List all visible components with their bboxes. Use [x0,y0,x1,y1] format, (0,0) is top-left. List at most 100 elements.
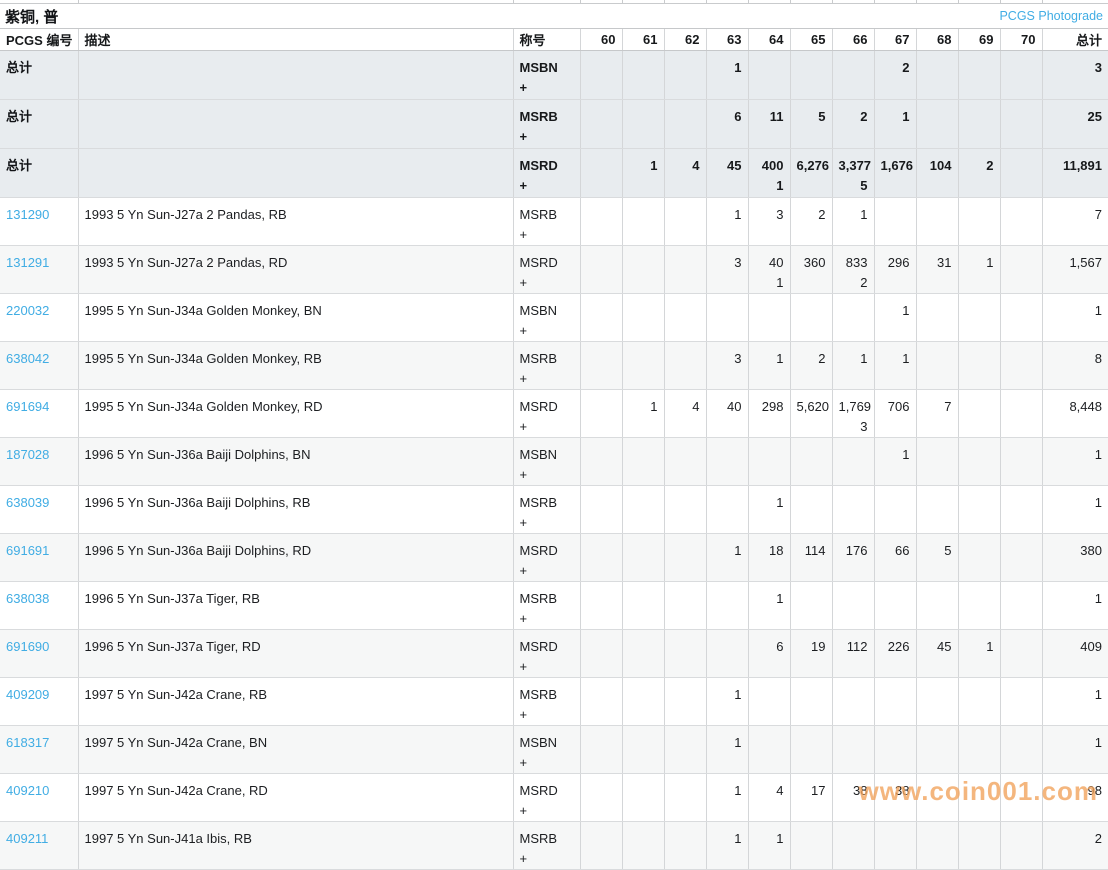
grade-count-cell [706,582,748,630]
pcgs-number-link[interactable]: 638039 [6,495,49,510]
grade-count-cell [748,294,790,342]
total-row: 总计MSRB+61152125 [0,100,1108,149]
grade-count-cell [832,726,874,774]
grade-count-cell: 2 [958,149,1000,198]
description-cell: 1995 5 Yn Sun-J34a Golden Monkey, RB [78,342,513,390]
grade-count-cell: 1 [958,630,1000,678]
pcgs-number-cell: 618317 [0,726,78,774]
grade-count-cell: 6,276 [790,149,832,198]
grade-count-cell [664,294,706,342]
pcgs-number-link[interactable]: 618317 [6,735,49,750]
grade-count-cell: 114 [790,534,832,582]
total-row-label: 总计 [6,60,32,75]
grade-count-cell [664,51,706,100]
grade-count-cell: 1 [832,342,874,390]
grade-count-cell: 360 [790,246,832,294]
grade-count-cell [580,582,622,630]
pcgs-number-link[interactable]: 409211 [6,831,48,846]
pcgs-number-link[interactable]: 691690 [6,639,49,654]
pcgs-number-link[interactable]: 131290 [6,207,49,222]
table-row: 638042 1995 5 Yn Sun-J34a Golden Monkey, … [0,342,1108,390]
grade-count-cell [790,822,832,870]
grade-count-cell: 2 [790,342,832,390]
row-total-cell: 7 [1042,198,1108,246]
description-cell [78,51,513,100]
grade-count-cell [580,149,622,198]
grade-count-cell [958,438,1000,486]
grade-count-cell: 1 [706,534,748,582]
grade-count-cell [580,342,622,390]
grade-count-cell [664,438,706,486]
grade-count-cell [664,486,706,534]
pcgs-number-link[interactable]: 638038 [6,591,49,606]
row-total-cell: 11,891 [1042,149,1108,198]
grade-count-cell [622,678,664,726]
row-total-cell: 1 [1042,294,1108,342]
pcgs-number-link[interactable]: 131291 [6,255,49,270]
grade-count-cell: 1 [874,438,916,486]
grade-count-cell [1000,582,1042,630]
grade-count-cell [832,438,874,486]
pcgs-number-link[interactable]: 187028 [6,447,49,462]
pcgs-number-cell: 131290 [0,198,78,246]
pcgs-number-link[interactable]: 638042 [6,351,49,366]
pcgs-number-link[interactable]: 409209 [6,687,49,702]
grade-count-cell [622,294,664,342]
grade-count-cell [706,438,748,486]
grade-count-cell: 1 [748,822,790,870]
grade-count-cell: 3,3775 [832,149,874,198]
grade-count-cell: 40 [706,390,748,438]
designation-cell: MSRD+ [513,534,580,582]
grade-count-cell: 1 [706,822,748,870]
pcgs-number-link[interactable]: 220032 [6,303,49,318]
grade-count-cell [580,534,622,582]
grade-count-cell: 7 [916,390,958,438]
row-total-cell: 380 [1042,534,1108,582]
designation-cell: MSRB+ [513,198,580,246]
column-header-grade: 68 [916,29,958,51]
pcgs-number-link[interactable]: 691691 [6,543,49,558]
grade-count-cell: 11 [748,100,790,149]
population-table: PCGS 编号 描述 称号 6061626364656667686970总计 总… [0,28,1108,870]
pcgs-number-link[interactable]: 409210 [6,783,49,798]
description-cell: 1996 5 Yn Sun-J36a Baiji Dolphins, RD [78,534,513,582]
grade-count-cell: 18 [748,534,790,582]
grade-count-cell [1000,198,1042,246]
grade-count-cell [748,438,790,486]
grade-count-cell [832,486,874,534]
grade-count-cell [958,390,1000,438]
designation-cell: MSRB+ [513,582,580,630]
grade-count-cell [1000,390,1042,438]
grade-count-cell: 6 [748,630,790,678]
grade-count-cell [580,246,622,294]
grade-count-cell: 4001 [748,149,790,198]
grade-count-cell: 1 [748,582,790,630]
grade-count-cell: 401 [748,246,790,294]
grade-count-cell [1000,51,1042,100]
table-row: 6380391996 5 Yn Sun-J36a Baiji Dolphins,… [0,486,1108,534]
grade-count-cell [874,678,916,726]
column-header-grade: 60 [580,29,622,51]
grade-count-cell: 3 [706,342,748,390]
grade-count-cell [622,342,664,390]
description-cell: 1993 5 Yn Sun-J27a 2 Pandas, RB [78,198,513,246]
grade-count-cell: 1 [706,774,748,822]
grade-count-cell [664,198,706,246]
grade-count-cell [958,582,1000,630]
description-cell [78,149,513,198]
pcgs-photograde-link[interactable]: PCGS Photograde [999,9,1103,23]
grade-count-cell [958,486,1000,534]
row-total-cell: 3 [1042,51,1108,100]
row-total-cell: 8,448 [1042,390,1108,438]
grade-count-cell [958,100,1000,149]
pcgs-number-cell: 691691 [0,534,78,582]
grade-count-cell [1000,438,1042,486]
pcgs-number-cell: 638038 [0,582,78,630]
grade-count-cell: 38 [832,774,874,822]
grade-count-cell: 4 [664,390,706,438]
grade-count-cell [748,726,790,774]
pcgs-number-cell: 638042 [0,342,78,390]
pcgs-number-link[interactable]: 691694 [6,399,49,414]
grade-count-cell [622,726,664,774]
table-row: 691691 1996 5 Yn Sun-J36a Baiji Dolphins,… [0,534,1108,582]
